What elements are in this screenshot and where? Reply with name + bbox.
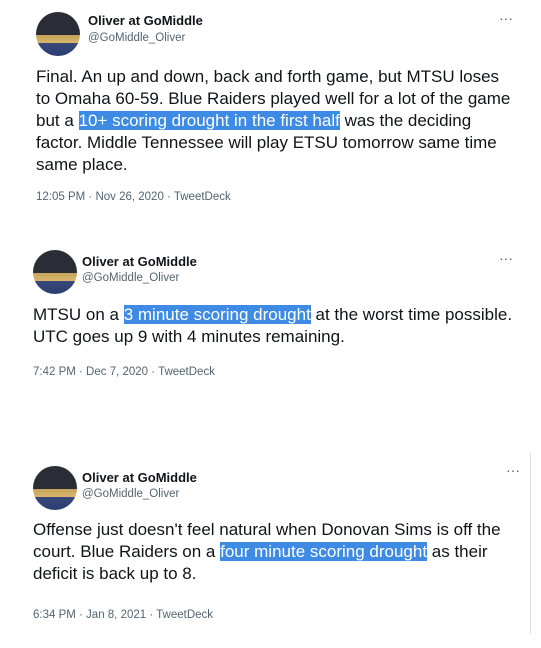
- highlighted-text: 3 minute scoring drought: [123, 305, 311, 324]
- more-options-icon[interactable]: ···: [499, 250, 513, 266]
- avatar[interactable]: [33, 250, 77, 294]
- author-handle[interactable]: @GoMiddle_Oliver: [82, 488, 179, 500]
- highlighted-text: 10+ scoring drought in the first half: [78, 111, 340, 130]
- tweet-text-start: MTSU on a: [33, 305, 124, 324]
- avatar[interactable]: [33, 466, 77, 510]
- author-handle[interactable]: @GoMiddle_Oliver: [88, 32, 185, 44]
- tweet-card[interactable]: Oliver at GoMiddle @GoMiddle_Oliver ··· …: [18, 240, 523, 390]
- tweet-card[interactable]: Oliver at GoMiddle @GoMiddle_Oliver ··· …: [18, 452, 531, 634]
- author-name[interactable]: Oliver at GoMiddle: [88, 13, 203, 28]
- author-handle[interactable]: @GoMiddle_Oliver: [82, 272, 179, 284]
- tweet-card[interactable]: Oliver at GoMiddle @GoMiddle_Oliver ··· …: [18, 0, 523, 218]
- highlighted-text: four minute scoring drought: [220, 542, 428, 561]
- author-name[interactable]: Oliver at GoMiddle: [82, 470, 197, 485]
- tweet-timestamp[interactable]: 12:05 PM · Nov 26, 2020 · TweetDeck: [36, 191, 231, 203]
- avatar[interactable]: [36, 12, 80, 56]
- tweet-text: MTSU on a 3 minute scoring drought at th…: [33, 304, 513, 348]
- tweet-timestamp[interactable]: 7:42 PM · Dec 7, 2020 · TweetDeck: [33, 366, 215, 378]
- more-options-icon[interactable]: ···: [499, 10, 513, 26]
- more-options-icon[interactable]: ···: [506, 462, 520, 478]
- tweet-text: Final. An up and down, back and forth ga…: [36, 66, 516, 176]
- author-name[interactable]: Oliver at GoMiddle: [82, 254, 197, 269]
- tweet-timestamp[interactable]: 6:34 PM · Jan 8, 2021 · TweetDeck: [33, 609, 213, 621]
- tweet-text: Offense just doesn't feel natural when D…: [33, 519, 523, 585]
